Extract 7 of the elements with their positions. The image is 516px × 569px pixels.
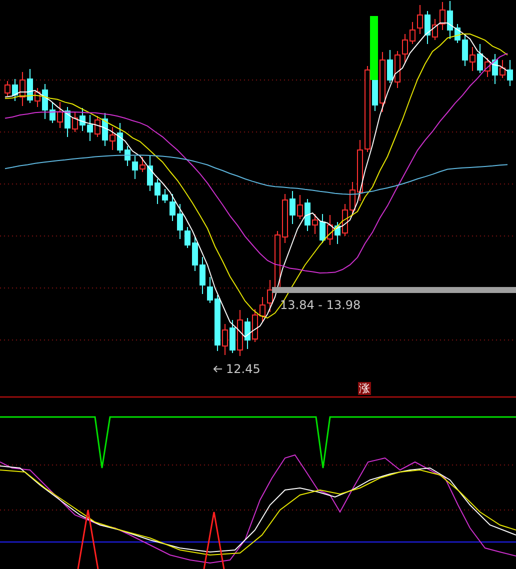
price-range-label: 13.84 - 13.98 xyxy=(280,298,361,312)
rise-badge: 涨 xyxy=(358,382,371,395)
left-arrow-icon xyxy=(213,366,222,372)
spike-line xyxy=(203,511,225,569)
spike-line xyxy=(77,509,99,569)
volume-bar xyxy=(370,16,378,80)
low-price-label: 12.45 xyxy=(226,362,260,376)
